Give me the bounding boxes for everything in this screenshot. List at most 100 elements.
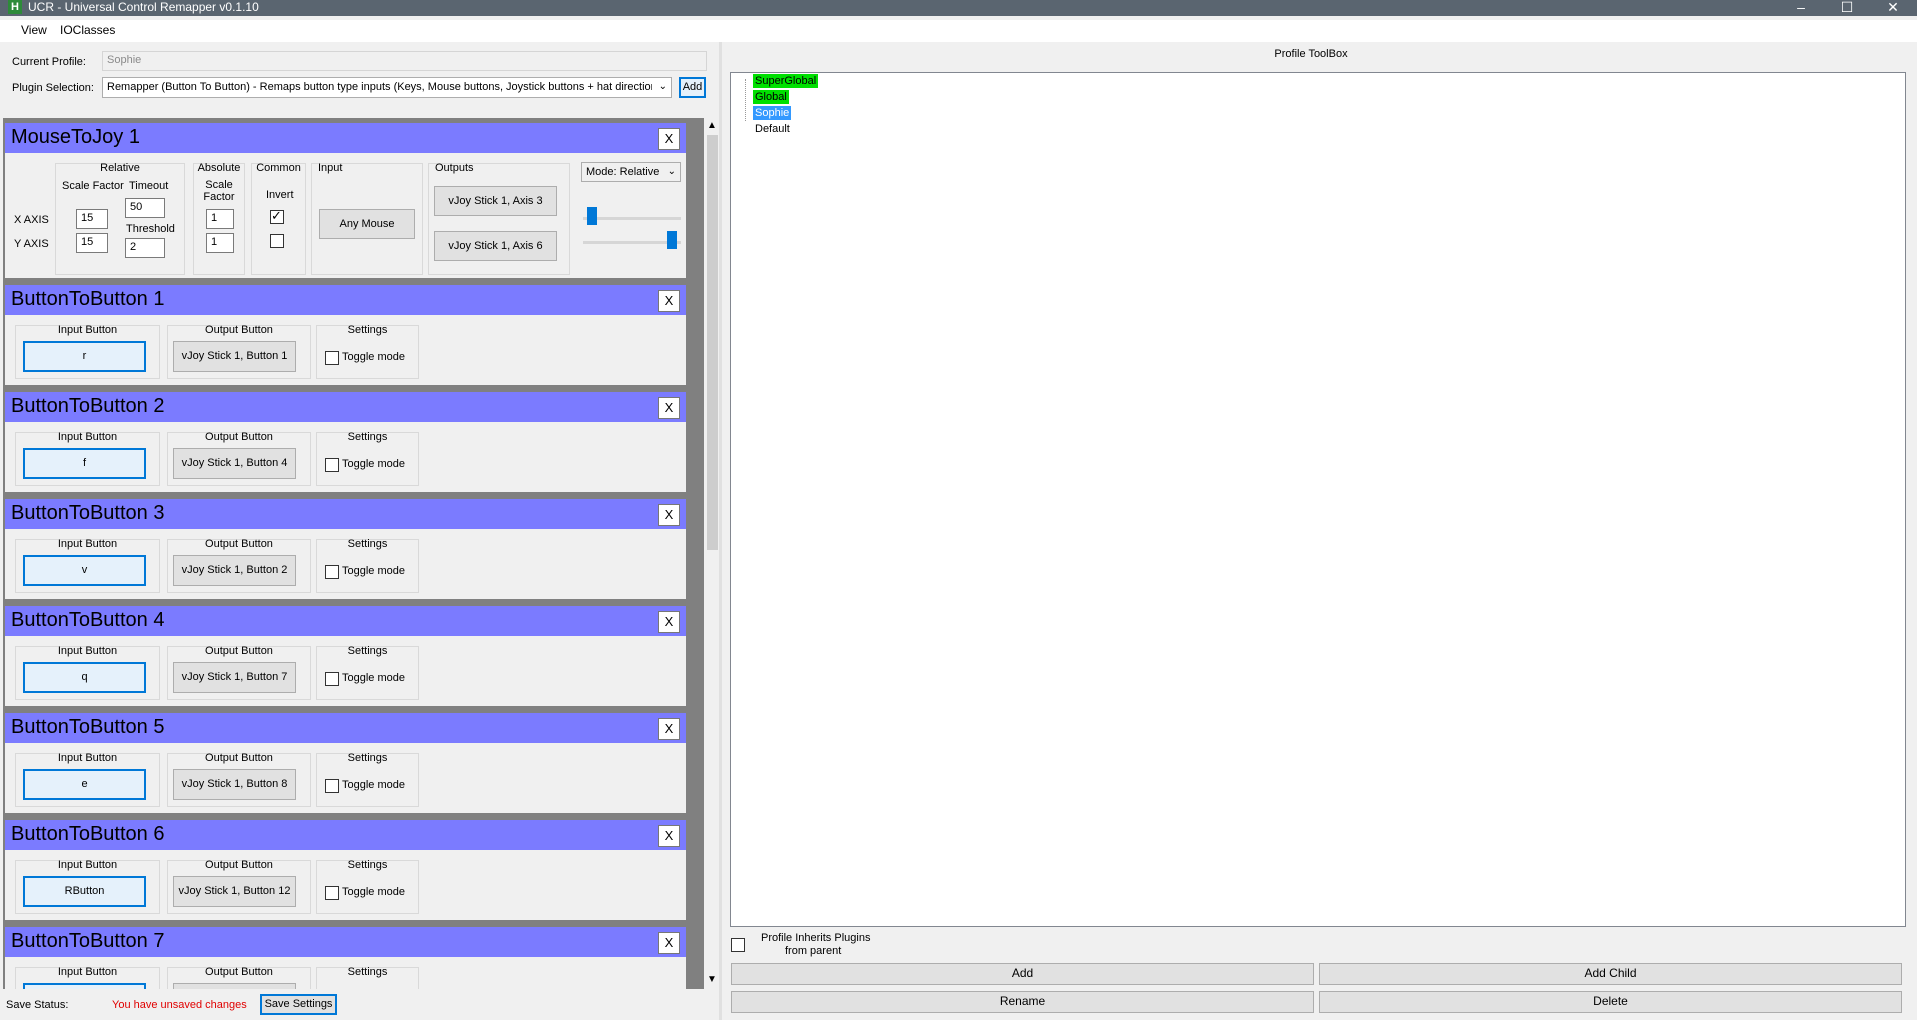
remove-plugin-button[interactable]: X xyxy=(658,504,680,526)
toggle-mode-checkbox[interactable] xyxy=(325,351,339,365)
output-button-title: Output Button xyxy=(205,859,273,871)
settings-title: Settings xyxy=(347,752,388,764)
output-button-binding[interactable]: vJoy Stick 1, Button 2 xyxy=(173,555,296,586)
y-axis-label: Y AXIS xyxy=(14,238,49,250)
remove-plugin-button[interactable]: X xyxy=(658,932,680,954)
save-settings-button[interactable]: Save Settings xyxy=(260,994,337,1015)
settings-title: Settings xyxy=(347,966,388,978)
profile-node-sophie[interactable]: Sophie xyxy=(753,106,792,120)
toggle-mode-label: Toggle mode xyxy=(342,458,405,470)
menu-view[interactable]: View xyxy=(21,23,47,37)
abs-y-input[interactable]: 1 xyxy=(206,233,234,253)
output-button-binding[interactable]: vJoy Stick 1, Button 8 xyxy=(173,769,296,800)
add-profile-button[interactable]: Add xyxy=(731,963,1314,985)
current-profile-field: Sophie xyxy=(102,51,707,71)
input-button-binding[interactable]: f xyxy=(23,448,146,479)
scrollbar-thumb[interactable] xyxy=(707,135,718,550)
settings-title: Settings xyxy=(347,431,388,443)
status-bar: Save Status: You have unsaved changes Sa… xyxy=(0,989,719,1020)
settings-title: Settings xyxy=(347,538,388,550)
toggle-mode-checkbox[interactable] xyxy=(325,672,339,686)
input-title: Input xyxy=(318,162,343,174)
x-scale-input[interactable]: 15 xyxy=(76,209,108,229)
plugin-buttontobutton: ButtonToButton 4 X Input Button q Output But… xyxy=(5,606,686,706)
toggle-mode-label: Toggle mode xyxy=(342,672,405,684)
remove-plugin-button[interactable]: X xyxy=(658,611,680,633)
window-title: UCR - Universal Control Remapper v0.1.10 xyxy=(28,0,259,14)
plugin-buttontobutton: ButtonToButton 3 X Input Button v Output But… xyxy=(5,499,686,599)
output-button-binding[interactable]: vJoy Stick 1, Button 1 xyxy=(173,341,296,372)
toggle-mode-checkbox[interactable] xyxy=(325,565,339,579)
scale-factor-label: Scale Factor xyxy=(62,180,124,192)
slider-bottom-thumb[interactable] xyxy=(666,231,677,249)
remove-plugin-button[interactable]: X xyxy=(658,290,680,312)
rename-profile-button[interactable]: Rename xyxy=(731,991,1314,1013)
minimize-button[interactable]: – xyxy=(1778,0,1824,16)
input-button-binding[interactable]: q xyxy=(23,662,146,693)
plugin-header: MouseToJoy 1 X xyxy=(5,123,686,153)
plugin-title: MouseToJoy 1 xyxy=(11,126,140,148)
toggle-mode-checkbox[interactable] xyxy=(325,779,339,793)
inherit-plugins-label-1: Profile Inherits Plugins xyxy=(761,932,871,944)
scroll-up-icon[interactable]: ▲ xyxy=(707,120,717,131)
invert-x-checkbox[interactable] xyxy=(270,208,284,224)
input-button-binding[interactable]: v xyxy=(23,555,146,586)
plugin-list[interactable]: MouseToJoy 1 X Relative Scale Factor Tim… xyxy=(3,118,708,989)
input-button-binding[interactable]: RButton xyxy=(23,876,146,907)
any-mouse-button[interactable]: Any Mouse xyxy=(319,209,415,239)
toggle-mode-checkbox[interactable] xyxy=(325,886,339,900)
close-window-button[interactable]: ✕ xyxy=(1870,0,1916,16)
output-x-button[interactable]: vJoy Stick 1, Axis 3 xyxy=(434,186,557,216)
add-plugin-button[interactable]: Add xyxy=(679,77,706,98)
save-status-message: You have unsaved changes xyxy=(112,999,247,1011)
profile-node-global[interactable]: Global xyxy=(753,90,789,104)
input-button-binding[interactable]: r xyxy=(23,341,146,372)
maximize-button[interactable]: ☐ xyxy=(1824,0,1870,16)
remove-plugin-button[interactable]: X xyxy=(658,825,680,847)
plugin-selection-value: Remapper (Button To Button) - Remaps but… xyxy=(107,81,652,93)
plugin-header: ButtonToButton 1 X xyxy=(5,285,686,315)
plugin-header: ButtonToButton 4 X xyxy=(5,606,686,636)
add-child-profile-button[interactable]: Add Child xyxy=(1319,963,1902,985)
y-scale-input[interactable]: 15 xyxy=(76,233,108,253)
plugin-buttontobutton: ButtonToButton 2 X Input Button f Output But… xyxy=(5,392,686,492)
remove-plugin-button[interactable]: X xyxy=(658,397,680,419)
profile-node-superglobal[interactable]: SuperGlobal xyxy=(753,74,819,88)
current-profile-label: Current Profile: xyxy=(12,56,86,68)
outputs-title: Outputs xyxy=(435,162,474,174)
invert-y-checkbox[interactable] xyxy=(270,234,284,248)
profile-node-default[interactable]: Default xyxy=(753,122,792,136)
plugin-selection-dropdown[interactable]: Remapper (Button To Button) - Remaps but… xyxy=(102,77,672,98)
inherit-plugins-checkbox[interactable] xyxy=(731,938,745,952)
threshold-input[interactable]: 2 xyxy=(125,238,165,258)
settings-title: Settings xyxy=(347,859,388,871)
output-button-title: Output Button xyxy=(205,538,273,550)
inherit-plugins-label-2: from parent xyxy=(785,945,842,957)
output-button-title: Output Button xyxy=(205,324,273,336)
slider-top-thumb[interactable] xyxy=(587,207,598,225)
plugin-title: ButtonToButton 1 xyxy=(11,288,165,310)
plugin-title: ButtonToButton 4 xyxy=(11,609,165,631)
toolbox-title: Profile ToolBox xyxy=(1274,48,1348,60)
toggle-mode-label: Toggle mode xyxy=(342,565,405,577)
timeout-input[interactable]: 50 xyxy=(125,198,165,218)
remove-plugin-button[interactable]: X xyxy=(658,718,680,740)
abs-x-input[interactable]: 1 xyxy=(206,209,234,229)
title-bar: H UCR - Universal Control Remapper v0.1.… xyxy=(0,0,1917,16)
delete-profile-button[interactable]: Delete xyxy=(1319,991,1902,1013)
remove-plugin-button[interactable]: X xyxy=(658,128,680,150)
plugin-title: ButtonToButton 5 xyxy=(11,716,165,738)
output-y-button[interactable]: vJoy Stick 1, Axis 6 xyxy=(434,231,557,261)
mode-dropdown[interactable]: Mode: Relative ⌄ xyxy=(581,162,681,182)
profile-tree[interactable]: SuperGlobal Global Sophie Default xyxy=(730,72,1906,927)
splitter[interactable] xyxy=(719,42,722,1020)
output-button-title: Output Button xyxy=(205,966,273,978)
output-button-binding[interactable]: vJoy Stick 1, Button 4 xyxy=(173,448,296,479)
menu-ioclasses[interactable]: IOClasses xyxy=(60,23,115,37)
toggle-mode-checkbox[interactable] xyxy=(325,458,339,472)
output-button-binding[interactable]: vJoy Stick 1, Button 12 xyxy=(173,876,296,907)
scroll-down-icon[interactable]: ▼ xyxy=(707,974,717,985)
output-button-binding[interactable]: vJoy Stick 1, Button 7 xyxy=(173,662,296,693)
input-button-title: Input Button xyxy=(57,324,118,336)
input-button-binding[interactable]: e xyxy=(23,769,146,800)
